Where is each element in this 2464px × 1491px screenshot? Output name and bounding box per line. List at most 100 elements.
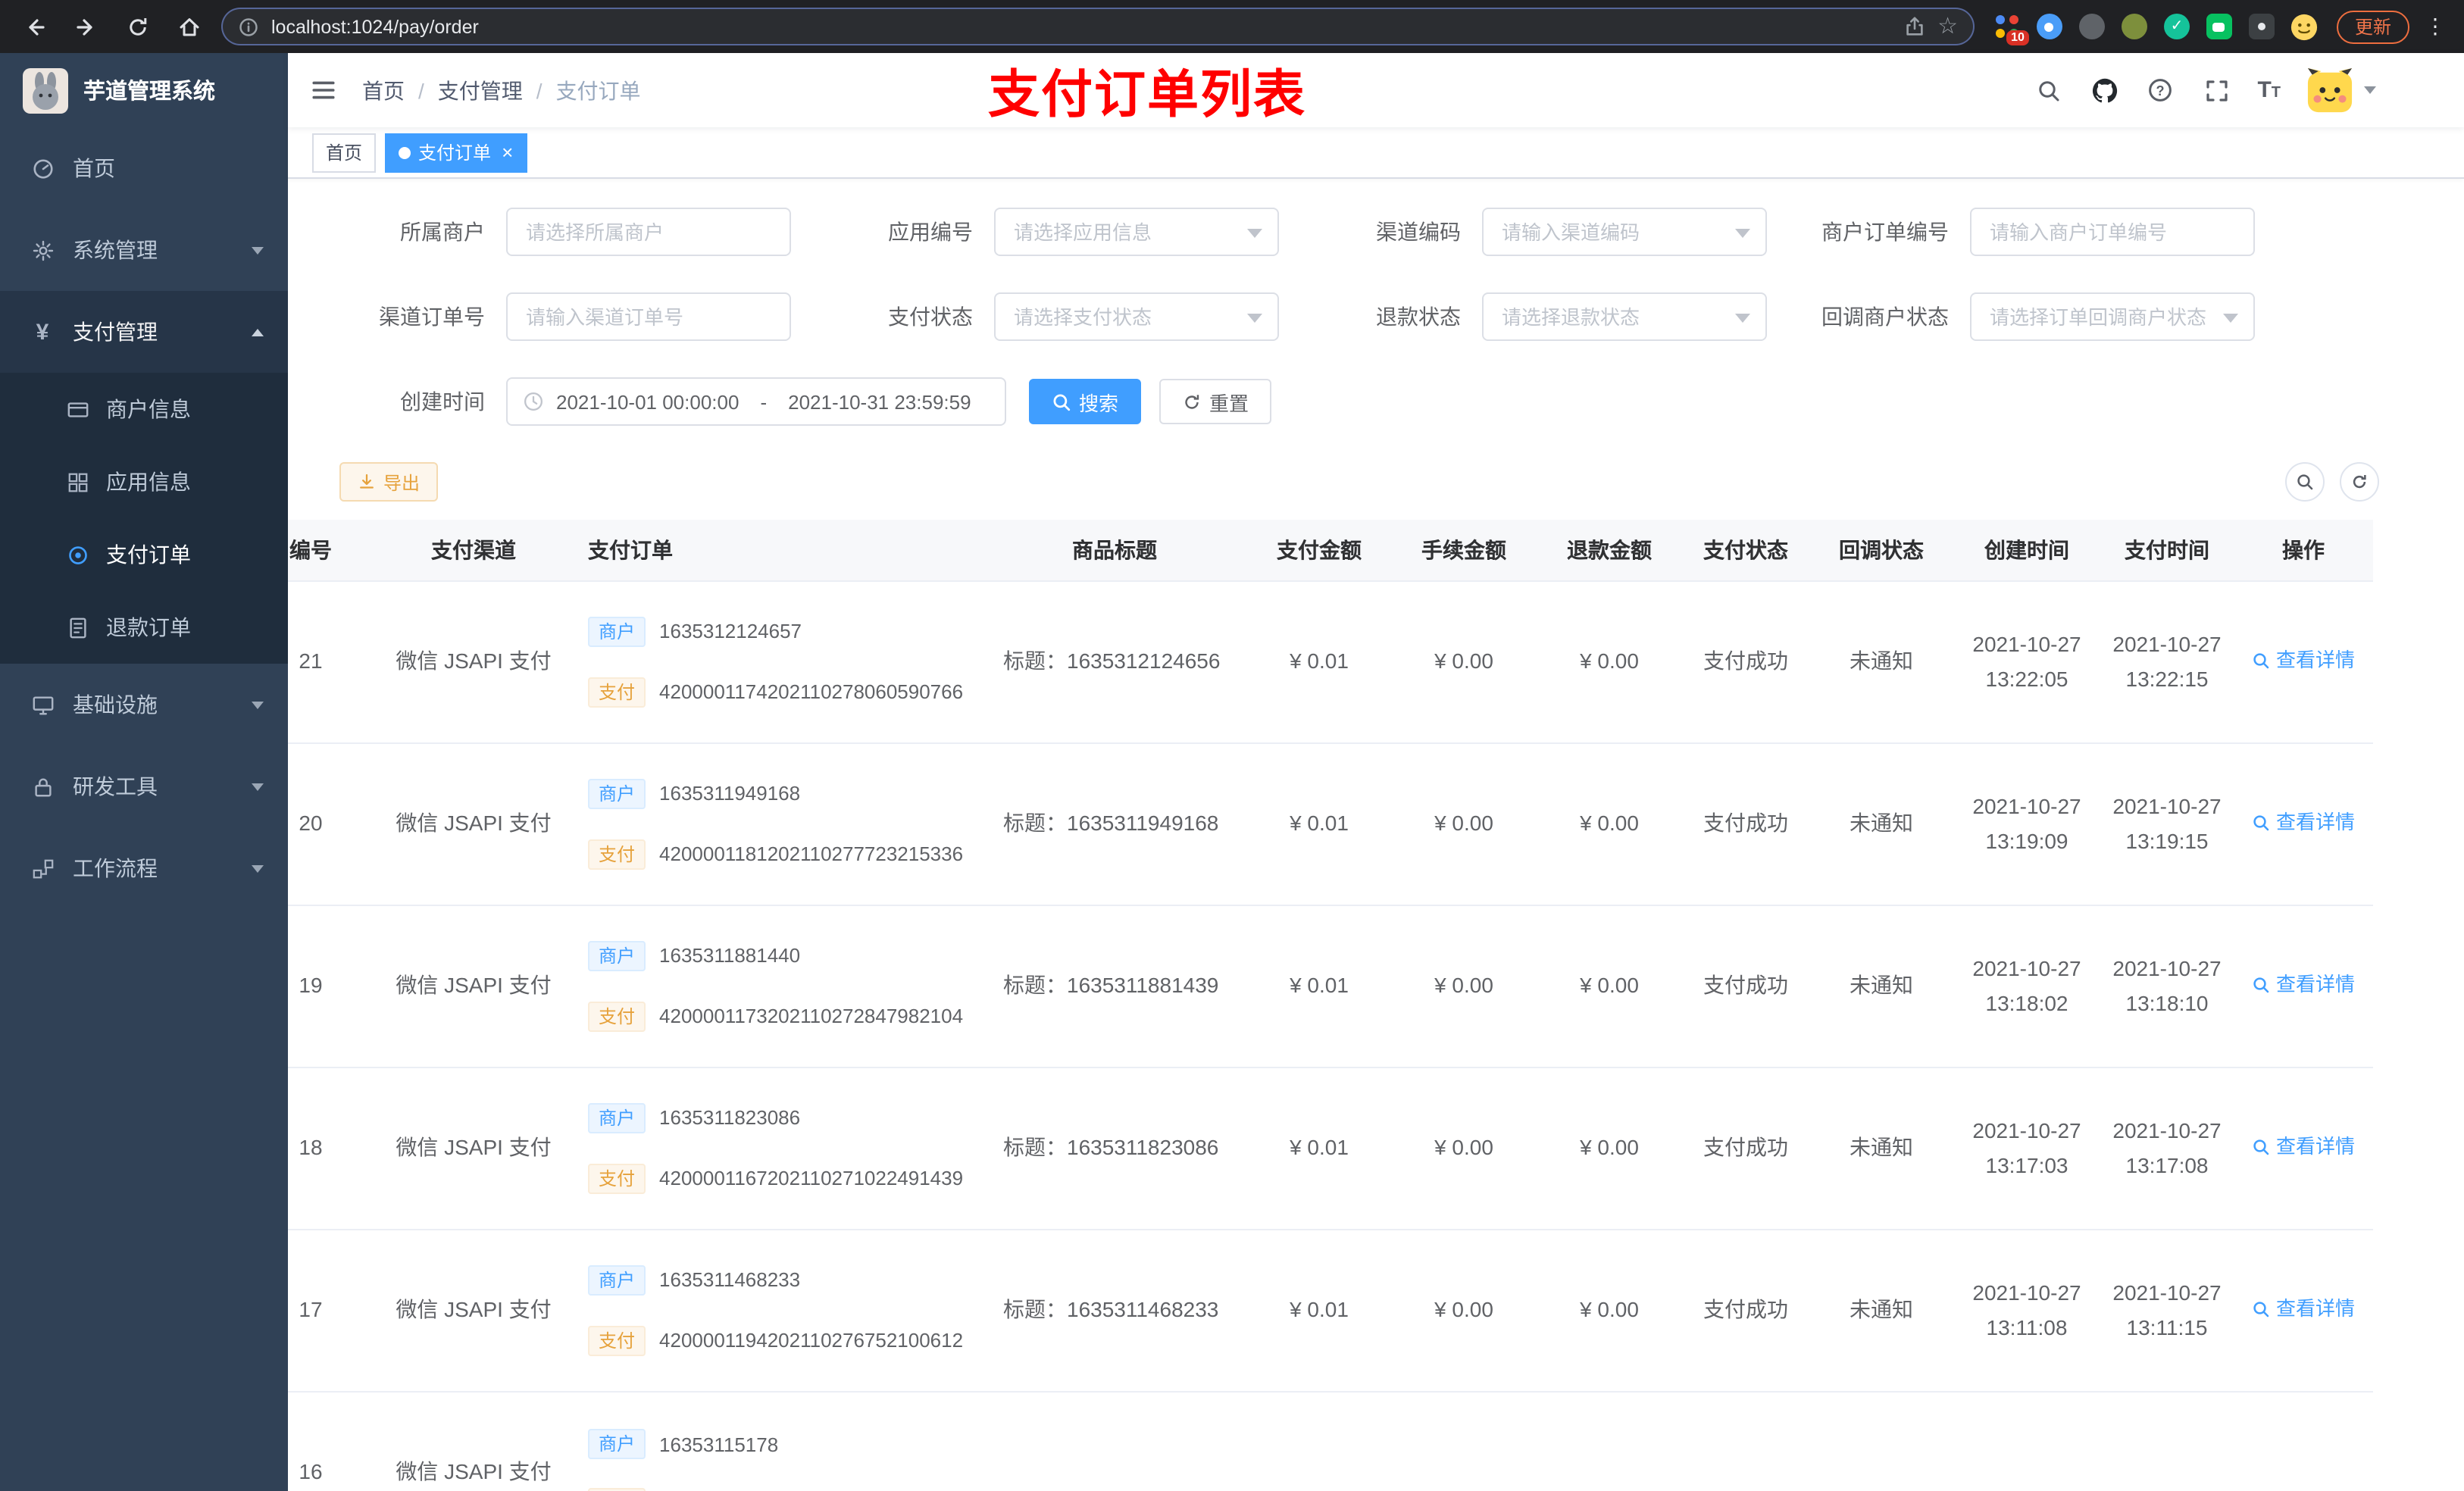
pay-status: 支付成功: [1682, 580, 1809, 743]
sidebar-item-infra[interactable]: 基础设施: [0, 664, 288, 746]
sidebar-item-label: 支付管理: [73, 320, 158, 344]
chevron-down-icon: [252, 864, 264, 872]
table-row: 19 微信 JSAPI 支付 商户 1635311881440 支付 4200001…: [288, 905, 2373, 1067]
browser-reload-icon[interactable]: [118, 7, 158, 46]
sidebar-logo: 芋道管理系统: [0, 53, 288, 127]
sidebar-item-devtools[interactable]: 研发工具: [0, 746, 288, 827]
merchant-input[interactable]: [506, 208, 791, 256]
sidebar-item-pay-order[interactable]: 支付订单: [0, 518, 288, 591]
logo-avatar: [23, 67, 68, 113]
pay-amount: ¥ 0.01: [1247, 1229, 1391, 1392]
channel-order-no-input[interactable]: [506, 292, 791, 341]
sidebar-item-payment[interactable]: ¥ 支付管理: [0, 291, 288, 373]
filter-label: 支付状态: [888, 305, 973, 329]
pay-tag: 支付: [588, 1487, 646, 1491]
gear-icon: [30, 239, 55, 261]
notify-status: 未通知: [1809, 1229, 1953, 1392]
filter-row-1: 所属商户 应用编号 渠道编码 商户订单编号: [288, 208, 2464, 256]
extension-dark-icon[interactable]: [2078, 12, 2106, 41]
sidebar-item-workflow[interactable]: 工作流程: [0, 827, 288, 909]
date-start: 2021-10-01 00:00:00: [556, 390, 740, 413]
breadcrumb-home[interactable]: 首页: [362, 75, 405, 105]
github-icon[interactable]: [2089, 77, 2119, 104]
lock-icon: [30, 775, 55, 798]
view-detail-link[interactable]: 查看详情: [2252, 967, 2355, 1002]
user-avatar[interactable]: [2306, 67, 2353, 114]
order-id: 18: [288, 1067, 386, 1230]
create-time-range-picker[interactable]: 2021-10-01 00:00:00 - 2021-10-31 23:59:5…: [506, 377, 1006, 426]
user-menu[interactable]: [2306, 67, 2376, 114]
merchant-order-no-input[interactable]: [1970, 208, 2255, 256]
view-detail-link[interactable]: 查看详情: [2252, 805, 2355, 840]
merchant-tag: 商户: [588, 1429, 646, 1459]
sidebar-item-home[interactable]: 首页: [0, 127, 288, 209]
hamburger-icon[interactable]: [288, 53, 359, 127]
pay-channel: 微信 JSAPI 支付: [386, 742, 561, 905]
view-detail-link[interactable]: 查看详情: [2252, 1292, 2355, 1327]
profile-avatar[interactable]: [2290, 12, 2319, 41]
view-detail-link[interactable]: 查看详情: [2252, 643, 2355, 678]
app-title: 芋道管理系统: [83, 80, 215, 105]
col-header: 支付状态: [1682, 520, 1809, 581]
channel-code-select[interactable]: [1482, 208, 1767, 256]
breadcrumb: 首页 / 支付管理 / 支付订单: [362, 75, 641, 105]
callback-status-select[interactable]: [1970, 292, 2255, 341]
browser-menu-icon[interactable]: ⋮: [2422, 14, 2449, 39]
table-row: 20 微信 JSAPI 支付 商户 1635311949168 支付 4200001…: [288, 742, 2373, 905]
refresh-table-button[interactable]: [2340, 462, 2379, 502]
tab-pay-order[interactable]: 支付订单 ×: [385, 133, 527, 172]
breadcrumb-section[interactable]: 支付管理: [438, 75, 523, 105]
sidebar-item-merchant-info[interactable]: 商户信息: [0, 373, 288, 445]
extension-blue-icon[interactable]: [2035, 12, 2064, 41]
export-button[interactable]: 导出: [339, 462, 439, 502]
site-info-icon[interactable]: [238, 16, 259, 37]
refund-status-select[interactable]: [1482, 292, 1767, 341]
help-icon[interactable]: ?: [2145, 77, 2175, 103]
sidebar-item-refund-order[interactable]: 退款订单: [0, 591, 288, 664]
extension-chat-icon[interactable]: [2205, 12, 2234, 41]
filter-label: 创建时间: [400, 389, 485, 414]
url-text: localhost:1024/pay/order: [271, 16, 479, 37]
pay-time: 2021-10-27 13:22:15: [2100, 580, 2234, 743]
order-id: 21: [288, 580, 386, 743]
payment-submenu: 商户信息 应用信息 支付订单 退款订单: [0, 373, 288, 664]
reset-button[interactable]: 重置: [1159, 379, 1272, 424]
browser-forward-icon[interactable]: [67, 7, 106, 46]
merchant-order-no: 1635311949168: [659, 782, 801, 805]
tab-home[interactable]: 首页: [312, 133, 377, 172]
refund-amount: ¥ 0.00: [1537, 742, 1682, 905]
pay-tag: 支付: [588, 1163, 646, 1193]
browser-home-icon[interactable]: [170, 7, 209, 46]
app-select[interactable]: [994, 208, 1279, 256]
bookmark-star-icon[interactable]: ☆: [1937, 15, 1958, 38]
sidebar-item-app-info[interactable]: 应用信息: [0, 445, 288, 518]
create-time: 2021-10-27 13:22:05: [1953, 580, 2100, 743]
extension-green-check-icon[interactable]: ✓: [2162, 12, 2191, 41]
address-bar[interactable]: localhost:1024/pay/order ☆: [221, 8, 1975, 45]
share-icon[interactable]: [1903, 15, 1925, 38]
dashboard-icon: [30, 157, 55, 180]
pay-status-select[interactable]: [994, 292, 1279, 341]
search-button[interactable]: 搜索: [1029, 379, 1142, 424]
browser-update-button[interactable]: 更新: [2336, 10, 2409, 43]
filter-label: 回调商户状态: [1821, 305, 1949, 329]
sidebar-item-system[interactable]: 系统管理: [0, 209, 288, 291]
table-row: 18 微信 JSAPI 支付 商户 1635311823086 支付 4200001…: [288, 1067, 2373, 1230]
toggle-search-button[interactable]: [2285, 462, 2325, 502]
chevron-down-icon: [1735, 313, 1750, 322]
extension-olive-icon[interactable]: [2120, 12, 2149, 41]
fee-amount: ¥ 0.00: [1391, 1067, 1537, 1230]
merchant-tag: 商户: [588, 1102, 646, 1133]
tab-close-icon[interactable]: ×: [502, 142, 513, 162]
header-search-icon[interactable]: [2033, 78, 2063, 102]
sidebar-item-label: 系统管理: [73, 238, 158, 262]
fee-amount: [1391, 1391, 1537, 1491]
view-detail-link[interactable]: 查看详情: [2252, 1130, 2355, 1164]
extension-colordots-icon[interactable]: 10: [1993, 12, 2029, 45]
sidebar-item-label: 退款订单: [106, 615, 191, 639]
notify-status: 未通知: [1809, 742, 1953, 905]
font-size-icon[interactable]: TT: [2257, 79, 2281, 102]
extension-pin-icon[interactable]: [2247, 12, 2276, 41]
browser-back-icon[interactable]: [15, 7, 55, 46]
fullscreen-icon[interactable]: [2201, 78, 2231, 102]
